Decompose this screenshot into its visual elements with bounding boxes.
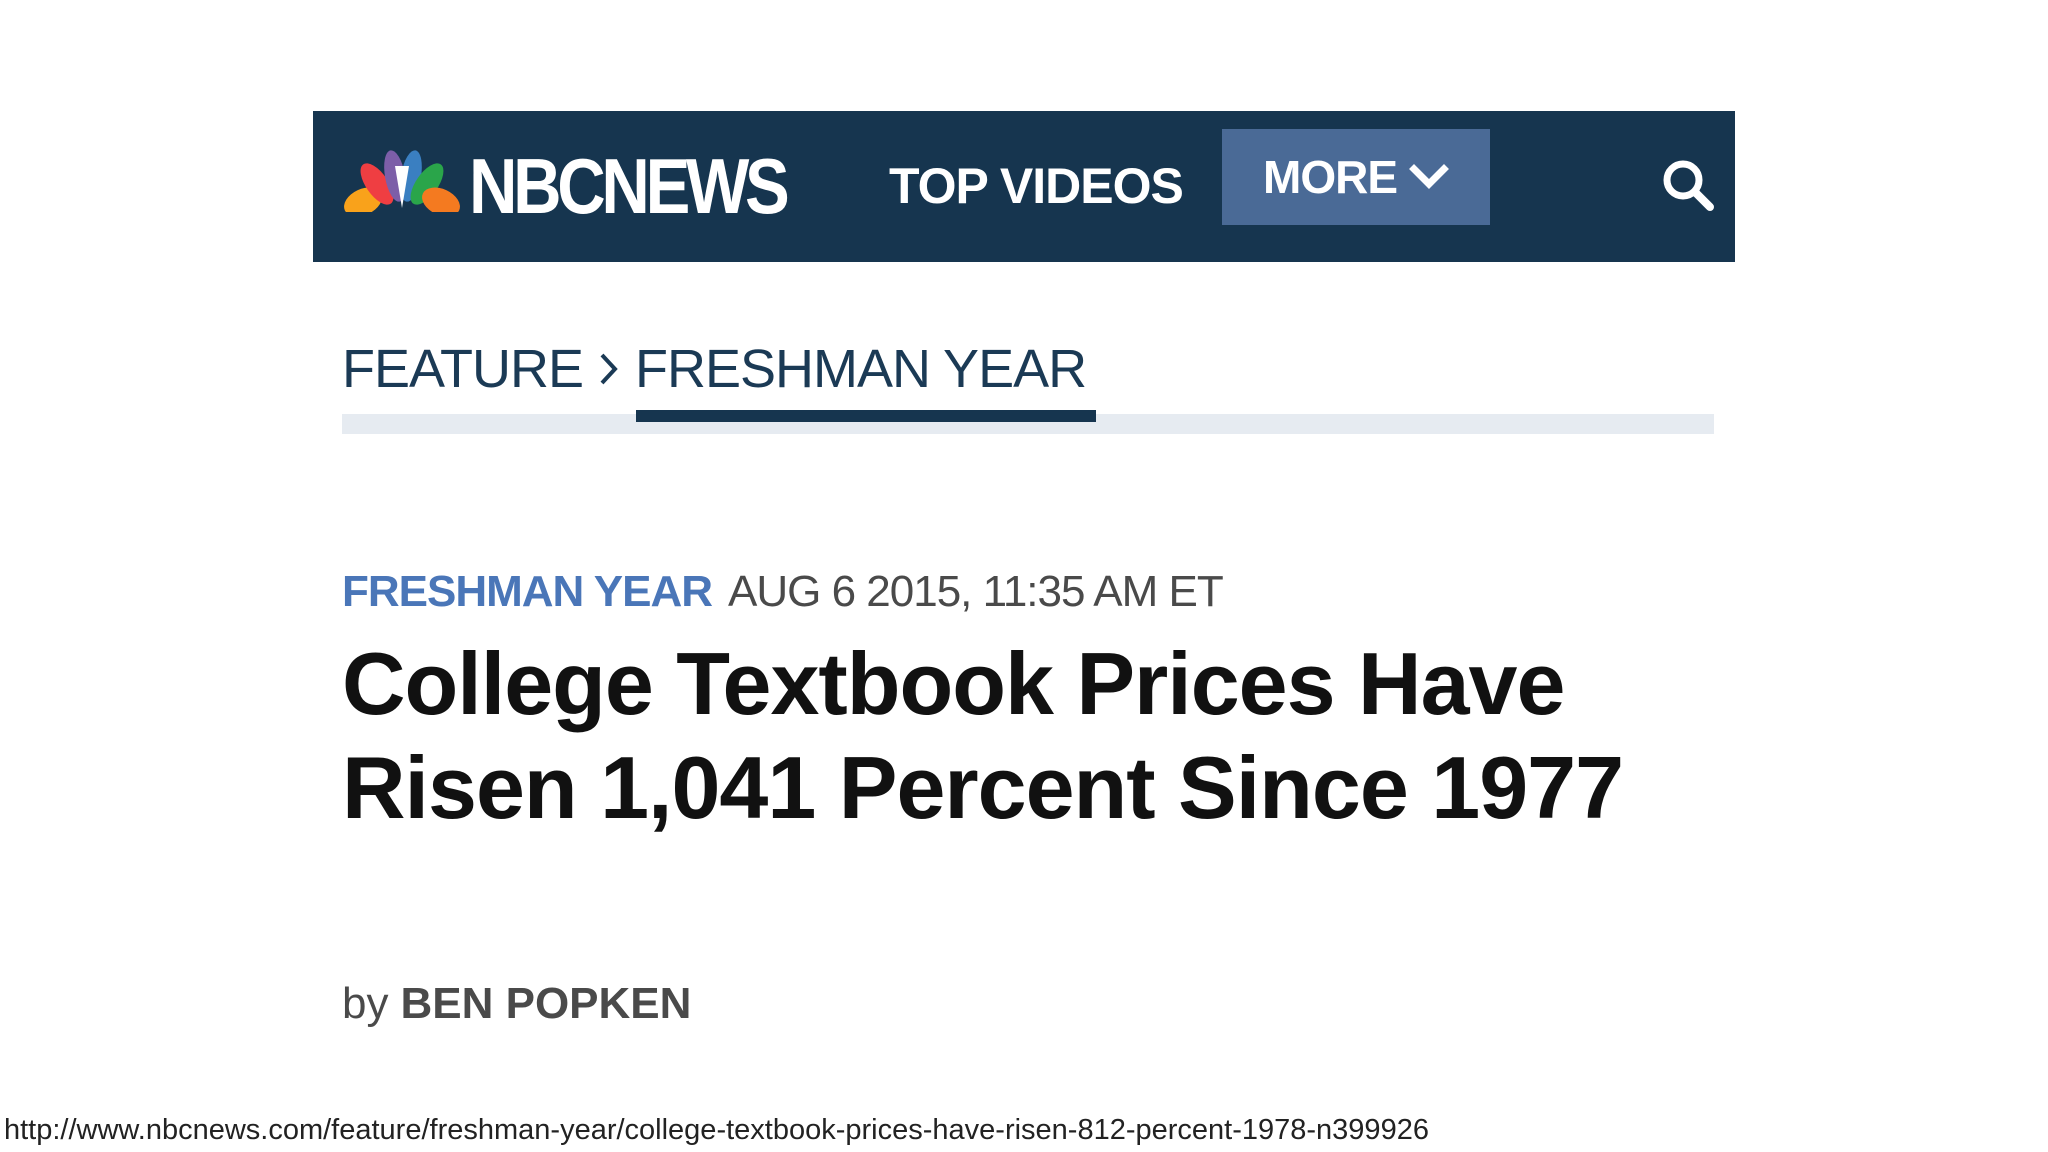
article-date: AUG 6 2015, 11:35 AM ET [728, 567, 1224, 616]
nbc-peacock-icon [341, 150, 463, 226]
chevron-down-icon [1409, 164, 1449, 189]
article-byline: by BEN POPKEN [342, 974, 691, 1034]
article-headline: College Textbook Prices Have Risen 1,041… [342, 634, 1624, 837]
logo-wordmark: NBCNEWS [469, 142, 790, 230]
breadcrumb-feature-link[interactable]: FEATURE [342, 338, 584, 400]
article-section-link[interactable]: FRESHMAN YEAR [342, 567, 713, 617]
breadcrumb: FEATURE FRESHMAN YEAR [342, 334, 1087, 404]
page: NBCNEWS TOP VIDEOS MORE FEATURE FRESHMAN… [0, 0, 2048, 1152]
nav-top-videos-link[interactable]: TOP VIDEOS [889, 151, 1184, 221]
more-button-label: MORE [1263, 151, 1398, 203]
search-icon [1663, 160, 1714, 211]
source-url-caption: http://www.nbcnews.com/feature/freshman-… [4, 1114, 1429, 1146]
breadcrumb-freshman-year-link[interactable]: FRESHMAN YEAR [635, 338, 1087, 400]
breadcrumb-active-indicator [636, 410, 1096, 422]
more-menu-button[interactable]: MORE [1222, 129, 1490, 225]
nbc-news-logo[interactable]: NBCNEWS [341, 131, 837, 241]
site-header: NBCNEWS TOP VIDEOS MORE [313, 111, 1735, 262]
article-meta: FRESHMAN YEAR AUG 6 2015, 11:35 AM ET [342, 562, 1224, 622]
chevron-right-icon [600, 353, 618, 385]
byline-prefix: by [342, 979, 389, 1028]
byline-author-link[interactable]: BEN POPKEN [400, 979, 691, 1029]
search-button[interactable] [1658, 155, 1718, 215]
